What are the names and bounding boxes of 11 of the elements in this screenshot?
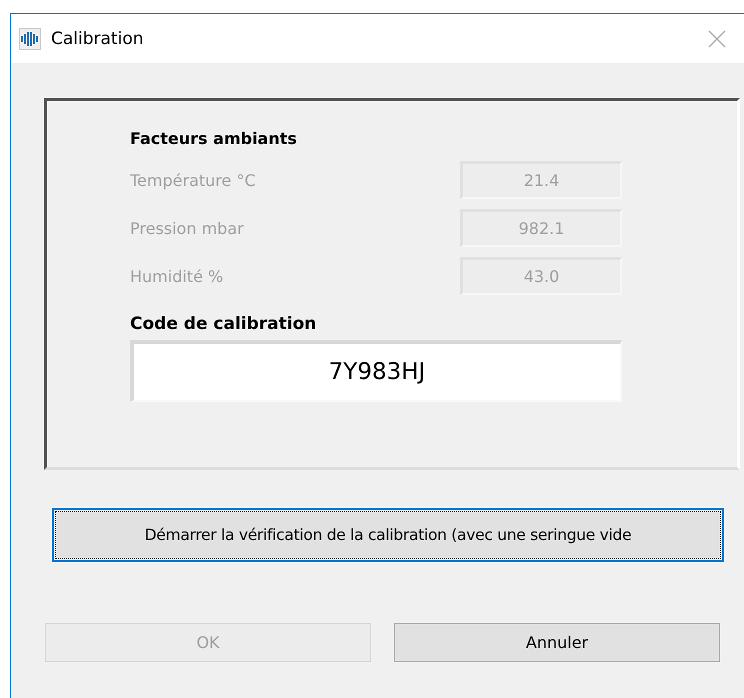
- cancel-button[interactable]: Annuler: [394, 623, 720, 662]
- window-title: Calibration: [51, 28, 144, 48]
- verify-button[interactable]: Démarrer la vérification de la calibration (avec une seringue vide: [52, 508, 724, 562]
- section-heading: Code de calibration: [130, 314, 316, 334]
- app-icon: [19, 28, 41, 50]
- field-label: Humidité %: [130, 266, 224, 286]
- code-field[interactable]: 7Y983HJ: [130, 340, 622, 402]
- section-heading: Facteurs ambiants: [130, 129, 297, 148]
- field-label: Pression mbar: [130, 218, 244, 238]
- field-label: Température °C: [130, 170, 256, 190]
- close-icon[interactable]: [708, 30, 726, 48]
